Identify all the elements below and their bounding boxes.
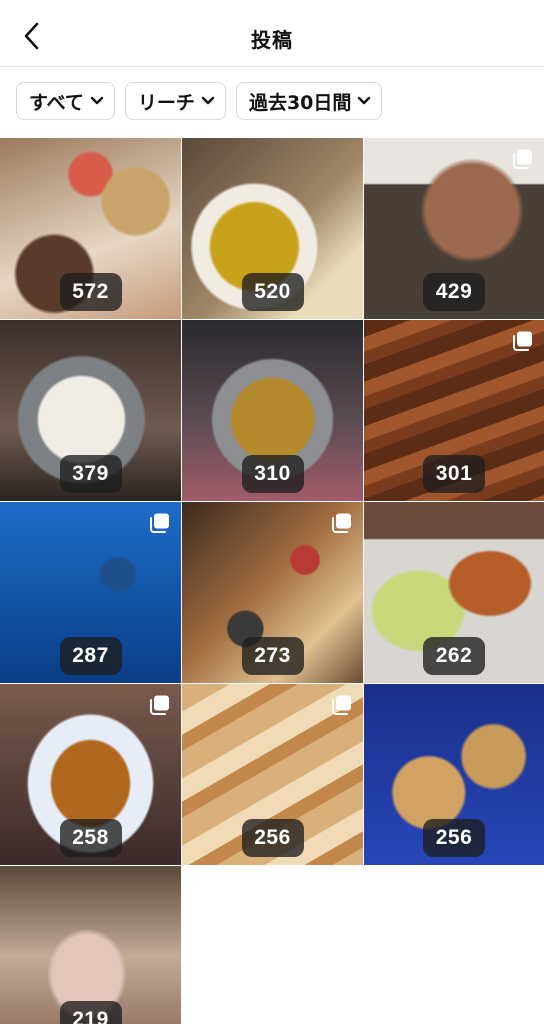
reach-count-badge: 301 (423, 455, 485, 493)
post-tile[interactable]: 301 (364, 320, 544, 501)
reach-count-badge: 219 (59, 1001, 122, 1024)
post-tile[interactable]: 262 (364, 502, 544, 683)
post-tile[interactable]: 256 (182, 684, 363, 865)
reach-count-badge: 310 (241, 455, 304, 493)
post-tile[interactable]: 258 (0, 684, 181, 865)
filter-bar: すべて リーチ 過去30日間 (16, 82, 383, 122)
reach-count-badge: 429 (423, 273, 485, 311)
post-tile[interactable]: 429 (364, 138, 544, 319)
post-tile[interactable]: 219 (0, 866, 181, 1024)
filter-metric-dropdown[interactable]: リーチ (124, 82, 226, 120)
carousel-icon (331, 512, 353, 534)
filter-metric-label: リーチ (137, 91, 195, 114)
header: 投稿 (0, 0, 544, 72)
reach-count-badge: 379 (59, 455, 122, 493)
chevron-down-icon (358, 96, 371, 105)
post-tile[interactable]: 572 (0, 138, 181, 319)
carousel-icon (149, 512, 171, 534)
carousel-icon (149, 694, 171, 716)
filter-type-dropdown[interactable]: すべて (16, 82, 115, 120)
reach-count-badge: 256 (423, 819, 485, 857)
reach-count-badge: 256 (241, 819, 304, 857)
filter-period-dropdown[interactable]: 過去30日間 (235, 82, 383, 120)
post-tile[interactable]: 379 (0, 320, 181, 501)
reach-count-badge: 287 (59, 637, 122, 675)
post-tile[interactable]: 287 (0, 502, 181, 683)
post-tile[interactable]: 520 (182, 138, 363, 319)
filter-type-label: すべて (29, 91, 84, 114)
carousel-icon (512, 330, 534, 352)
reach-count-badge: 258 (59, 819, 122, 857)
reach-count-badge: 520 (241, 273, 304, 311)
header-divider (0, 66, 544, 67)
post-tile[interactable]: 310 (182, 320, 363, 501)
carousel-icon (331, 694, 353, 716)
page-title: 投稿 (251, 28, 293, 52)
filter-period-label: 過去30日間 (248, 91, 352, 114)
post-tile[interactable]: 273 (182, 502, 363, 683)
chevron-down-icon (90, 96, 104, 105)
chevron-down-icon (201, 96, 215, 105)
carousel-icon (512, 148, 534, 170)
reach-count-badge: 572 (59, 273, 122, 311)
posts-grid: 572 520 429 379 310 301 287 273 262 258 256 256 219 (0, 138, 544, 1024)
reach-count-badge: 273 (241, 637, 304, 675)
post-tile[interactable]: 256 (364, 684, 544, 865)
reach-count-badge: 262 (423, 637, 485, 675)
